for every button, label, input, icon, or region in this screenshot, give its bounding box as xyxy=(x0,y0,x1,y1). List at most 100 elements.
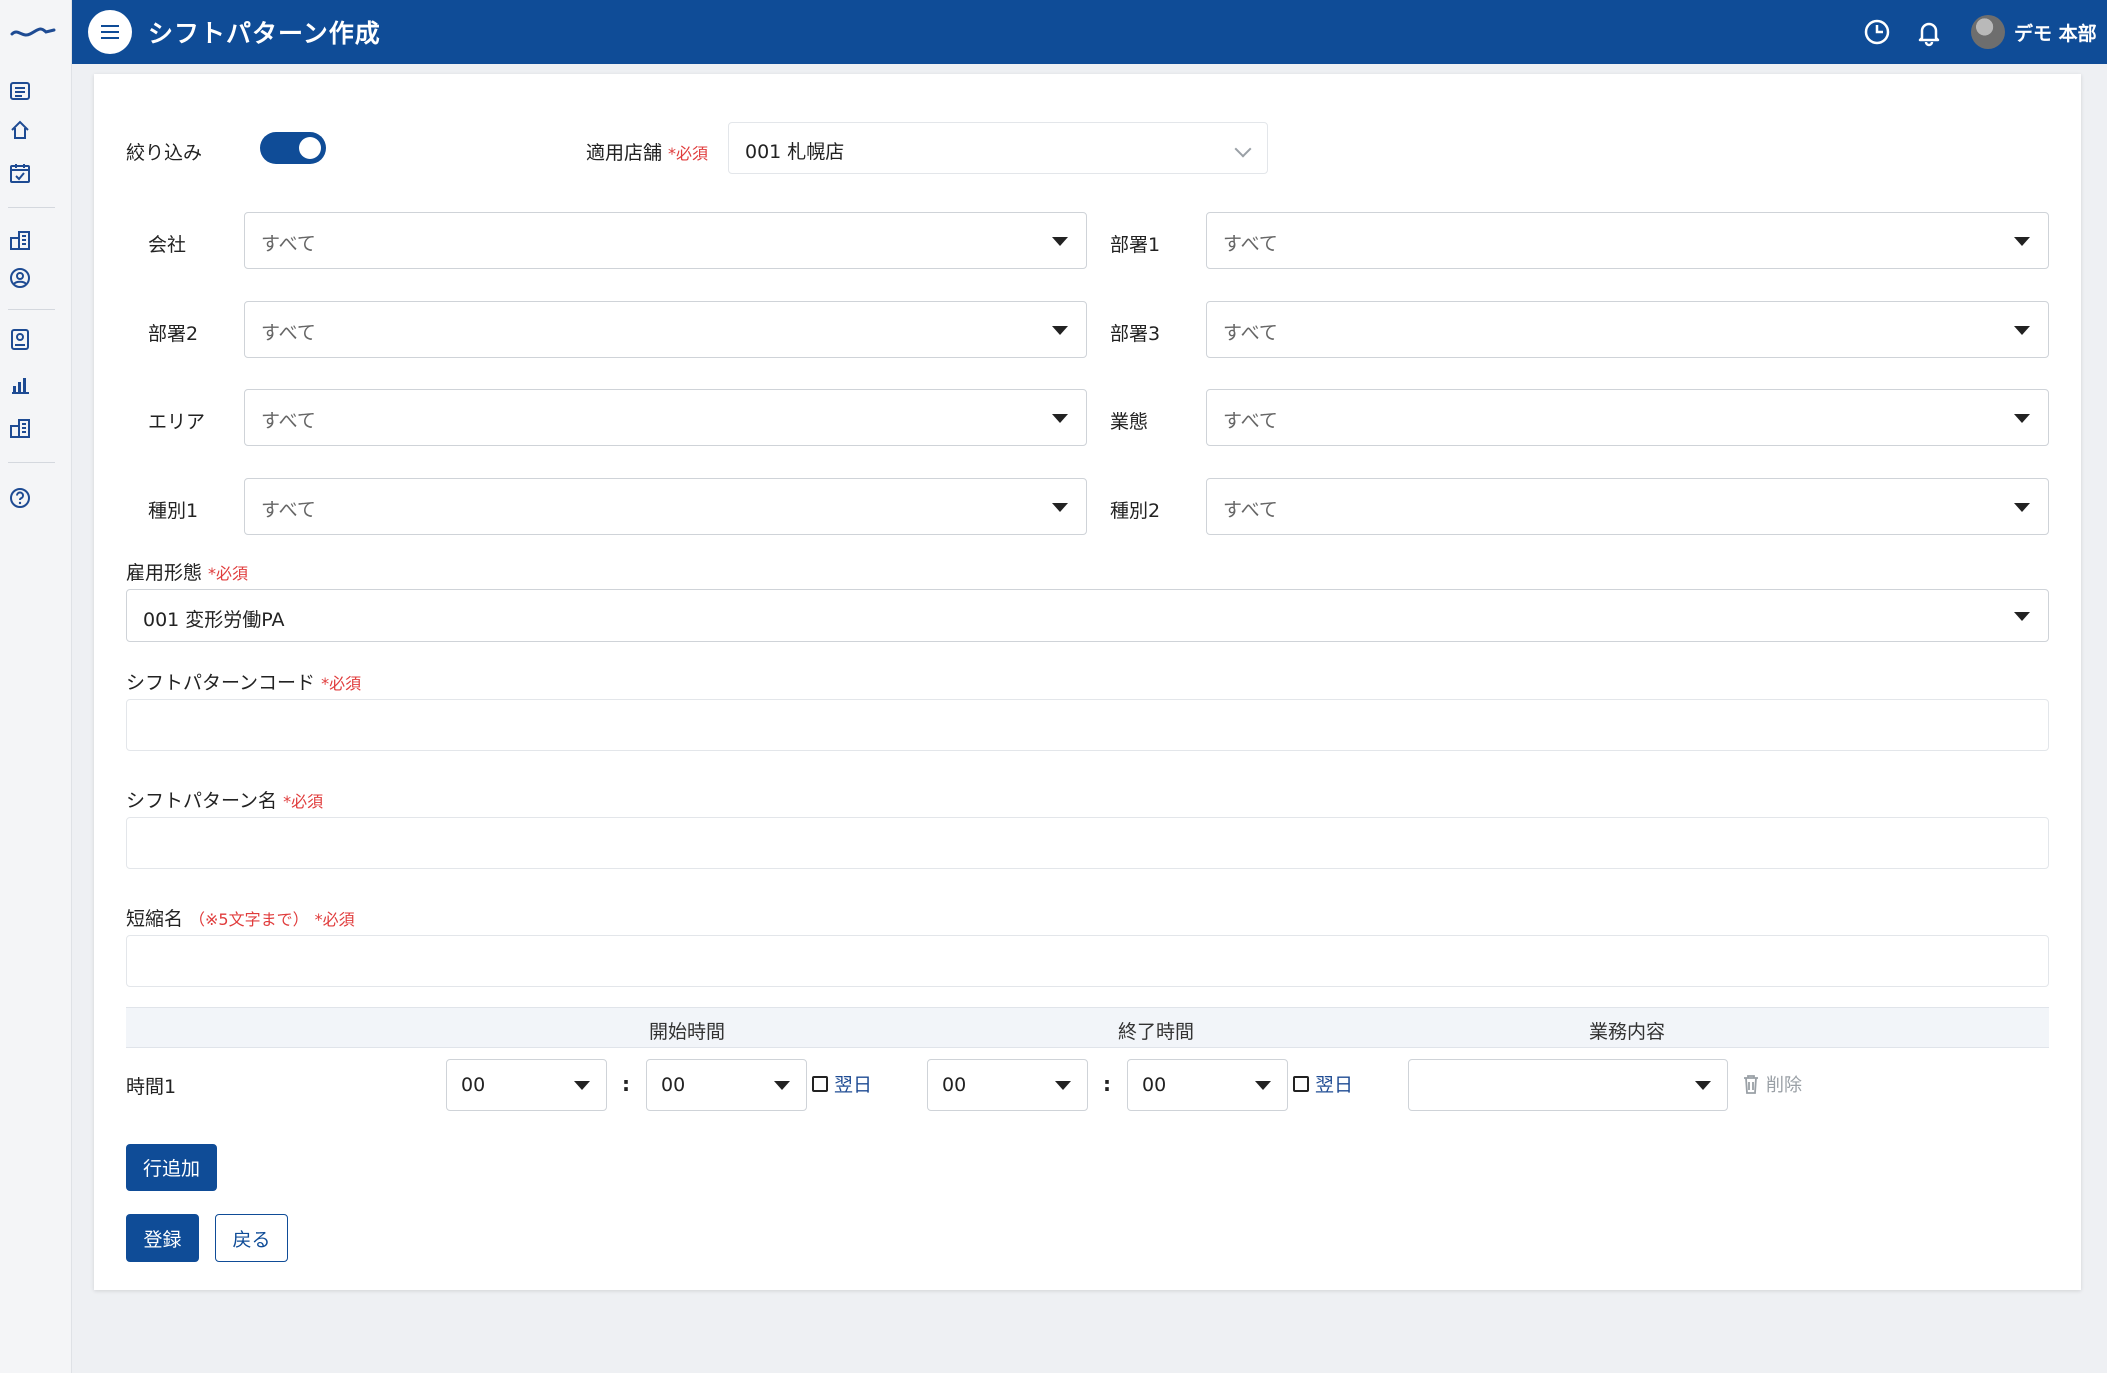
sidebar-divider xyxy=(8,462,55,463)
required-mark: *必須 xyxy=(314,910,355,929)
filter-dept1-value: すべて xyxy=(1223,233,1278,255)
filter-business-type-label: 業態 xyxy=(1110,411,1149,433)
required-mark: *必須 xyxy=(283,792,324,811)
caret-down-icon xyxy=(2014,326,2030,335)
task-select[interactable] xyxy=(1408,1059,1728,1111)
task-header: 業務内容 xyxy=(1589,1021,1666,1043)
filter-type2-label: 種別2 xyxy=(1110,500,1161,522)
home-icon[interactable] xyxy=(9,119,31,141)
end-minute-select[interactable]: 00 xyxy=(1127,1059,1288,1111)
user-name[interactable]: デモ 本部 xyxy=(2014,19,2097,46)
clock-icon[interactable] xyxy=(1862,17,1892,47)
sidebar-divider xyxy=(8,309,55,310)
bar-chart-icon[interactable] xyxy=(9,374,31,396)
short-name-label: 短縮名 （※5文字まで） *必須 xyxy=(126,904,355,931)
logo[interactable] xyxy=(10,18,56,42)
filter-type2-value: すべて xyxy=(1223,499,1278,521)
required-mark: *必須 xyxy=(208,564,249,583)
caret-down-icon xyxy=(2014,237,2030,246)
trash-icon xyxy=(1744,1075,1758,1094)
short-name-note: （※5文字まで） xyxy=(189,910,309,929)
end-time-header: 終了時間 xyxy=(1118,1021,1195,1043)
filter-type1-select[interactable]: すべて xyxy=(244,478,1087,535)
employment-select-value: 001 変形労働PA xyxy=(143,609,285,631)
end-next-day-label[interactable]: 翌日 xyxy=(1315,1070,1353,1097)
time-colon: : xyxy=(1103,1072,1111,1096)
back-button[interactable]: 戻る xyxy=(215,1214,288,1262)
caret-down-icon xyxy=(1255,1081,1271,1090)
form-card: 絞り込み 適用店舗 *必須 001 札幌店 会社 すべて 部署1 すべて 部署2 … xyxy=(94,74,2081,1290)
avatar[interactable] xyxy=(1971,15,2005,49)
delete-row-label: 削除 xyxy=(1766,1075,1802,1096)
filter-dept3-select[interactable]: すべて xyxy=(1206,301,2049,358)
register-button[interactable]: 登録 xyxy=(126,1214,199,1262)
filter-toggle[interactable] xyxy=(260,132,326,164)
caret-down-icon xyxy=(1055,1081,1071,1090)
required-mark: *必須 xyxy=(321,674,362,693)
start-hour-value: 00 xyxy=(461,1074,486,1096)
caret-down-icon xyxy=(1052,414,1068,423)
menu-icon xyxy=(101,25,119,39)
short-name-input[interactable] xyxy=(126,935,2049,987)
time-colon: : xyxy=(622,1072,630,1096)
filter-company-select[interactable]: すべて xyxy=(244,212,1087,269)
end-hour-value: 00 xyxy=(942,1074,967,1096)
caret-down-icon xyxy=(1052,237,1068,246)
filter-label: 絞り込み xyxy=(126,142,203,164)
filter-dept3-label: 部署3 xyxy=(1110,323,1161,345)
short-name-label-text: 短縮名 xyxy=(126,908,184,930)
sidebar-divider xyxy=(8,207,55,208)
time-row-label: 時間1 xyxy=(126,1076,177,1098)
store-label: 適用店舗 *必須 xyxy=(586,138,708,165)
id-badge-icon[interactable] xyxy=(9,328,31,350)
end-minute-value: 00 xyxy=(1142,1074,1167,1096)
employment-label: 雇用形態 *必須 xyxy=(126,558,248,585)
help-icon[interactable] xyxy=(9,487,31,509)
start-time-header: 開始時間 xyxy=(649,1021,726,1043)
sidebar xyxy=(0,0,72,1373)
start-minute-select[interactable]: 00 xyxy=(646,1059,807,1111)
filter-dept1-select[interactable]: すべて xyxy=(1206,212,2049,269)
filter-dept2-label: 部署2 xyxy=(148,323,199,345)
add-row-button[interactable]: 行追加 xyxy=(126,1144,217,1191)
end-hour-select[interactable]: 00 xyxy=(927,1059,1088,1111)
filter-company-value: すべて xyxy=(261,233,316,255)
filter-type1-value: すべて xyxy=(261,499,316,521)
code-input[interactable] xyxy=(126,699,2049,751)
start-hour-select[interactable]: 00 xyxy=(446,1059,607,1111)
list-icon[interactable] xyxy=(9,80,31,102)
store-label-text: 適用店舗 xyxy=(586,142,663,164)
name-input[interactable] xyxy=(126,817,2049,869)
store-select[interactable]: 001 札幌店 xyxy=(728,122,1268,174)
bell-icon[interactable] xyxy=(1914,17,1944,47)
menu-button[interactable] xyxy=(88,10,132,54)
start-minute-value: 00 xyxy=(661,1074,686,1096)
start-next-day-checkbox[interactable] xyxy=(812,1076,828,1092)
caret-down-icon xyxy=(2014,503,2030,512)
filter-dept2-select[interactable]: すべて xyxy=(244,301,1087,358)
user-circle-icon[interactable] xyxy=(9,267,31,289)
end-next-day-checkbox[interactable] xyxy=(1293,1076,1309,1092)
filter-dept3-value: すべて xyxy=(1223,322,1278,344)
caret-down-icon xyxy=(1052,503,1068,512)
filter-type2-select[interactable]: すべて xyxy=(1206,478,2049,535)
name-label-text: シフトパターン名 xyxy=(126,790,278,812)
code-label: シフトパターンコード *必須 xyxy=(126,668,361,695)
filter-business-type-select[interactable]: すべて xyxy=(1206,389,2049,446)
app-header: シフトパターン作成 デモ 本部 xyxy=(72,0,2107,64)
required-mark: *必須 xyxy=(668,144,709,163)
caret-down-icon xyxy=(2014,612,2030,621)
filter-area-select[interactable]: すべて xyxy=(244,389,1087,446)
filter-dept1-label: 部署1 xyxy=(1110,234,1161,256)
filter-type1-label: 種別1 xyxy=(148,500,199,522)
chevron-down-icon xyxy=(1234,140,1252,158)
code-label-text: シフトパターンコード xyxy=(126,672,316,694)
employment-select[interactable]: 001 変形労働PA xyxy=(126,589,2049,642)
filter-business-type-value: すべて xyxy=(1223,410,1278,432)
delete-row-button[interactable]: 削除 xyxy=(1742,1071,1802,1097)
caret-down-icon xyxy=(774,1081,790,1090)
building-icon[interactable] xyxy=(9,417,31,439)
start-next-day-label[interactable]: 翌日 xyxy=(834,1070,872,1097)
building-icon[interactable] xyxy=(9,229,31,251)
calendar-check-icon[interactable] xyxy=(9,162,31,184)
